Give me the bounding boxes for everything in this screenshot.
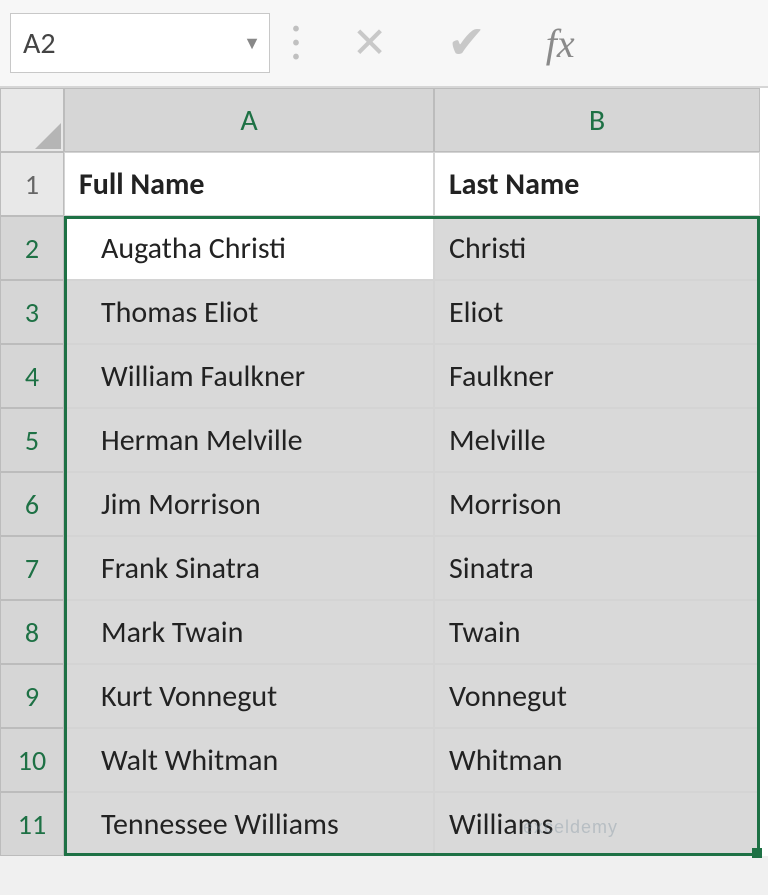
- spreadsheet-grid[interactable]: A B 1 Full Name Last Name 2 Augatha Chri…: [0, 88, 768, 856]
- cell-A10[interactable]: Walt Whitman: [64, 728, 434, 792]
- cell-A6[interactable]: Jim Morrison: [64, 472, 434, 536]
- cell-B4[interactable]: Faulkner: [434, 344, 760, 408]
- name-box[interactable]: A2 ▼: [10, 13, 270, 73]
- cancel-icon[interactable]: ✕: [352, 18, 387, 69]
- row-header-4[interactable]: 4: [0, 344, 64, 408]
- select-all-corner[interactable]: [0, 88, 64, 152]
- row-header-8[interactable]: 8: [0, 600, 64, 664]
- cell-B2[interactable]: Christi: [434, 216, 760, 280]
- cell-A8[interactable]: Mark Twain: [64, 600, 434, 664]
- cell-B10[interactable]: Whitman: [434, 728, 760, 792]
- cell-B7[interactable]: Sinatra: [434, 536, 760, 600]
- fx-icon[interactable]: fx: [546, 20, 575, 67]
- enter-icon[interactable]: ✔: [447, 15, 486, 71]
- cell-B11[interactable]: Williams: [434, 792, 760, 856]
- name-box-dropdown-icon[interactable]: ▼: [243, 32, 261, 54]
- formula-bar-separator: •••: [282, 26, 310, 60]
- cell-B3[interactable]: Eliot: [434, 280, 760, 344]
- cell-A11[interactable]: Tennessee Williams: [64, 792, 434, 856]
- row-header-11[interactable]: 11: [0, 792, 64, 856]
- cell-A1[interactable]: Full Name: [64, 152, 434, 216]
- cell-A3[interactable]: Thomas Eliot: [64, 280, 434, 344]
- cell-A5[interactable]: Herman Melville: [64, 408, 434, 472]
- cell-B9[interactable]: Vonnegut: [434, 664, 760, 728]
- row-header-3[interactable]: 3: [0, 280, 64, 344]
- row-header-2[interactable]: 2: [0, 216, 64, 280]
- cell-A7[interactable]: Frank Sinatra: [64, 536, 434, 600]
- cell-B5[interactable]: Melville: [434, 408, 760, 472]
- row-header-9[interactable]: 9: [0, 664, 64, 728]
- row-header-6[interactable]: 6: [0, 472, 64, 536]
- row-header-7[interactable]: 7: [0, 536, 64, 600]
- formula-bar: A2 ▼ ••• ✕ ✔ fx: [0, 0, 768, 88]
- cell-B6[interactable]: Morrison: [434, 472, 760, 536]
- column-header-B[interactable]: B: [434, 88, 760, 152]
- cell-B8[interactable]: Twain: [434, 600, 760, 664]
- column-header-A[interactable]: A: [64, 88, 434, 152]
- row-header-1[interactable]: 1: [0, 152, 64, 216]
- formula-bar-icons: ✕ ✔ fx: [322, 15, 575, 71]
- row-header-5[interactable]: 5: [0, 408, 64, 472]
- cell-B1[interactable]: Last Name: [434, 152, 760, 216]
- row-header-10[interactable]: 10: [0, 728, 64, 792]
- cell-A9[interactable]: Kurt Vonnegut: [64, 664, 434, 728]
- name-box-value: A2: [23, 25, 56, 62]
- cell-A2[interactable]: Augatha Christi: [64, 216, 434, 280]
- cell-A4[interactable]: William Faulkner: [64, 344, 434, 408]
